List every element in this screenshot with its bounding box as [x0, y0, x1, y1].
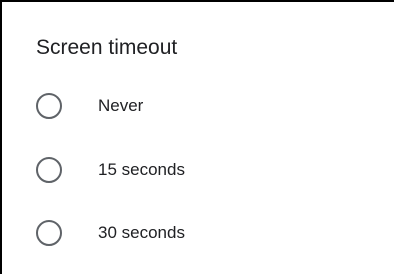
option-30-seconds[interactable]: 30 seconds	[2, 201, 394, 265]
screen-timeout-dialog: Screen timeout Never 15 seconds 30 secon…	[0, 0, 394, 274]
option-15-seconds[interactable]: 15 seconds	[2, 138, 394, 202]
timeout-options-list: Never 15 seconds 30 seconds	[2, 2, 394, 274]
option-15-seconds-label: 15 seconds	[98, 160, 185, 179]
radio-unchecked-icon[interactable]	[36, 220, 62, 246]
option-never[interactable]: Never	[2, 74, 394, 138]
option-30-seconds-label: 30 seconds	[98, 223, 185, 242]
radio-unchecked-icon[interactable]	[36, 93, 62, 119]
radio-unchecked-icon[interactable]	[36, 157, 62, 183]
option-never-label: Never	[98, 96, 144, 115]
